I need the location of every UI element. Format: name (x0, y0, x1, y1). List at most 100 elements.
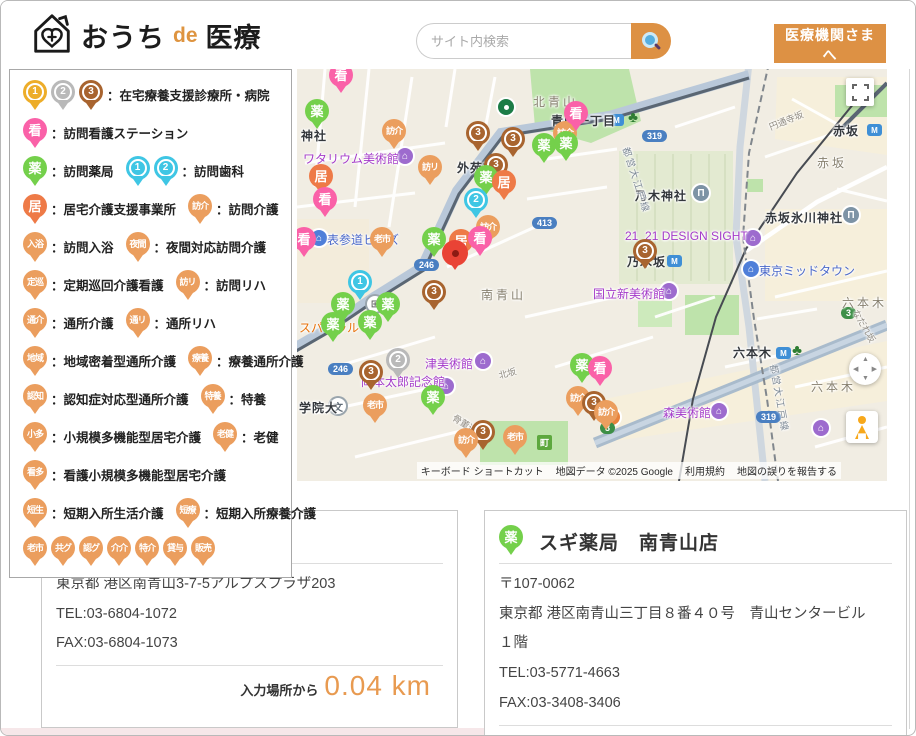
map-canvas[interactable]: ▲ ▼ ◀ ▶ キーボード ショートカット地図データ ©2025 Google利… (297, 69, 887, 481)
map-pin-bronze-3[interactable]: 3 (633, 239, 657, 263)
map-pin-bronze-3[interactable]: 3 (466, 121, 490, 145)
map-pin-orange-特養: 特養 (201, 384, 225, 408)
map-pin-bronze-3[interactable]: 3 (422, 280, 446, 304)
map-pin-bronze-3[interactable]: 3 (501, 127, 525, 151)
pegman-control[interactable] (846, 411, 878, 443)
metro-icon: M (867, 124, 882, 136)
map-pin-orange-看多: 看多 (23, 460, 47, 484)
legend-row: 短生：短期入所生活介護短療：短期入所療養介護 (10, 498, 291, 536)
map-pin-pink-看: 看 (23, 118, 47, 142)
shrine-icon: Π (843, 207, 859, 223)
legend-row: 看：訪問看護ステーション (10, 118, 291, 156)
map-label: 六本木 (733, 344, 772, 361)
map-pin-orange-老市[interactable]: 老市 (363, 393, 387, 417)
map-pin-pink-看[interactable]: 看 (313, 187, 337, 211)
page: おうち de 医療 医療機関さまへ (0, 0, 916, 736)
page-bottom-strip (1, 728, 484, 735)
map-pin-orangered-居[interactable]: 居 (309, 164, 333, 188)
map-pin-orange-訪介[interactable]: 訪介 (454, 428, 478, 452)
legend-row: 老市共グ認グ介介特介貸与販売 (10, 536, 291, 574)
map-label: 東京ミッドタウン (759, 262, 855, 279)
map-pin-pink-看[interactable]: 看 (588, 356, 612, 380)
legend-label: ：通所リハ (154, 313, 217, 332)
map-pin-orange-訪介[interactable]: 訪介 (594, 400, 618, 424)
pan-control[interactable]: ▲ ▼ ◀ ▶ (849, 353, 881, 385)
map-pin-orange-認知: 認知 (23, 384, 47, 408)
search-button[interactable] (631, 23, 671, 59)
legend-label: ：地域密着型通所介護 (51, 351, 176, 370)
map-pin-red[interactable] (442, 240, 468, 266)
map-label: 赤坂氷川神社 (765, 209, 843, 226)
attribution-link[interactable]: 地図の誤りを報告する (737, 463, 837, 478)
greendot-icon (498, 99, 514, 115)
distance-label: 入力場所から (240, 680, 318, 699)
map-pin-orange-訪リ[interactable]: 訪リ (418, 155, 442, 179)
map-pin-orange-老健: 老健 (213, 422, 237, 446)
map-pin-cyan-1[interactable]: 1 (348, 270, 372, 294)
map-pin-silver-2: 2 (51, 80, 75, 104)
map-label: 赤坂 (817, 154, 847, 171)
legend-label: ：訪問歯科 (182, 161, 245, 180)
distance-value: 0.04 km (324, 670, 431, 702)
legend-row: 定巡：定期巡回介護看護訪リ：訪問リハ (10, 270, 291, 308)
site-logo[interactable]: おうち de 医療 (29, 10, 262, 61)
map-pin-orange-特介: 特介 (135, 536, 159, 560)
map-pin-pink-看[interactable]: 看 (468, 226, 492, 250)
map-pin-green-薬[interactable]: 薬 (305, 99, 329, 123)
map-pin-green-薬[interactable]: 薬 (376, 292, 400, 316)
map-pin-bronze-3[interactable]: 3 (359, 360, 383, 384)
search-input[interactable] (416, 23, 631, 59)
map-pin-bronze-3: 3 (79, 80, 103, 104)
map-pin-orangered-居[interactable]: 居 (492, 170, 516, 194)
map-pin-silver-2[interactable]: 2 (386, 348, 410, 372)
museum-icon: ⌂ (813, 420, 829, 436)
legend-panel: 123：在宅療養支援診療所・病院看：訪問看護ステーション薬：訪問薬局12：訪問歯… (9, 69, 292, 578)
facility-address: 東京都 港区南青山三丁目８番４０号 青山センタービル (499, 600, 892, 630)
legend-row: 通介：通所介護通リ：通所リハ (10, 308, 291, 346)
map-pin-orange-短生: 短生 (23, 498, 47, 522)
medical-institutions-button[interactable]: 医療機関さまへ (774, 24, 886, 63)
map-pin-orange-通介: 通介 (23, 308, 47, 332)
map-pin-orange-地域: 地域 (23, 346, 47, 370)
attribution-link[interactable]: 利用規約 (685, 463, 725, 478)
route-badge: 319 (642, 130, 667, 142)
shrine-icon: Π (693, 185, 709, 201)
legend-label: ：訪問介護 (216, 199, 279, 218)
attribution-text: 地図データ ©2025 Google (556, 463, 673, 478)
map-pin-green-薬[interactable]: 薬 (532, 133, 556, 157)
logo-text-ouchi: おうち (81, 16, 165, 55)
content-right-border (909, 7, 910, 729)
legend-label: ：居宅介護支援事業所 (51, 199, 176, 218)
legend-label: ：訪問薬局 (51, 161, 114, 180)
map-pin-orange-老市[interactable]: 老市 (370, 227, 394, 251)
legend-label: ：短期入所療養介護 (204, 503, 317, 522)
facility-tel: TEL:03-5771-4663 (499, 659, 892, 689)
legend-row: 地域：地域密着型通所介護療養：療養通所介護 (10, 346, 291, 384)
map-label: 赤坂 (833, 122, 859, 139)
fullscreen-icon (852, 84, 869, 101)
map-pin-green-薬[interactable]: 薬 (421, 385, 445, 409)
map-pin-green-薬[interactable]: 薬 (358, 310, 382, 334)
map-label: 六本木 (811, 378, 856, 395)
tree-icon: ♣ (789, 342, 805, 358)
museum-icon: ⌂ (711, 403, 727, 419)
map-pin-orange-老市: 老市 (23, 536, 47, 560)
map-pin-orange-販売: 販売 (191, 536, 215, 560)
map-pin-cyan-1: 1 (126, 156, 150, 180)
map-pin-cyan-2[interactable]: 2 (464, 188, 488, 212)
legend-label: ：短期入所生活介護 (51, 503, 164, 522)
map-pin-orange-訪介[interactable]: 訪介 (382, 119, 406, 143)
facility-fax: FAX:03-6804-1073 (56, 629, 443, 659)
map-pin-green-薬[interactable]: 薬 (321, 312, 345, 336)
map-label: 森美術館 (663, 404, 711, 421)
logo-text-iryo: 医療 (206, 16, 262, 55)
map-pin-pink-看[interactable]: 看 (564, 101, 588, 125)
map-pin-orange-貸与: 貸与 (163, 536, 187, 560)
facility-card-right[interactable]: 薬 スギ薬局 南青山店 〒107-0062 東京都 港区南青山三丁目８番４０号 … (484, 510, 907, 736)
legend-row: 居：居宅介護支援事業所訪介：訪問介護 (10, 194, 291, 232)
fullscreen-button[interactable] (846, 78, 874, 106)
pharmacy-pin-icon: 薬 (499, 525, 523, 549)
legend-row: 看多：看護小規模多機能型居宅介護 (10, 460, 291, 498)
map-pin-orange-老市[interactable]: 老市 (503, 425, 527, 449)
map-pin-orange-夜間: 夜間 (126, 232, 150, 256)
